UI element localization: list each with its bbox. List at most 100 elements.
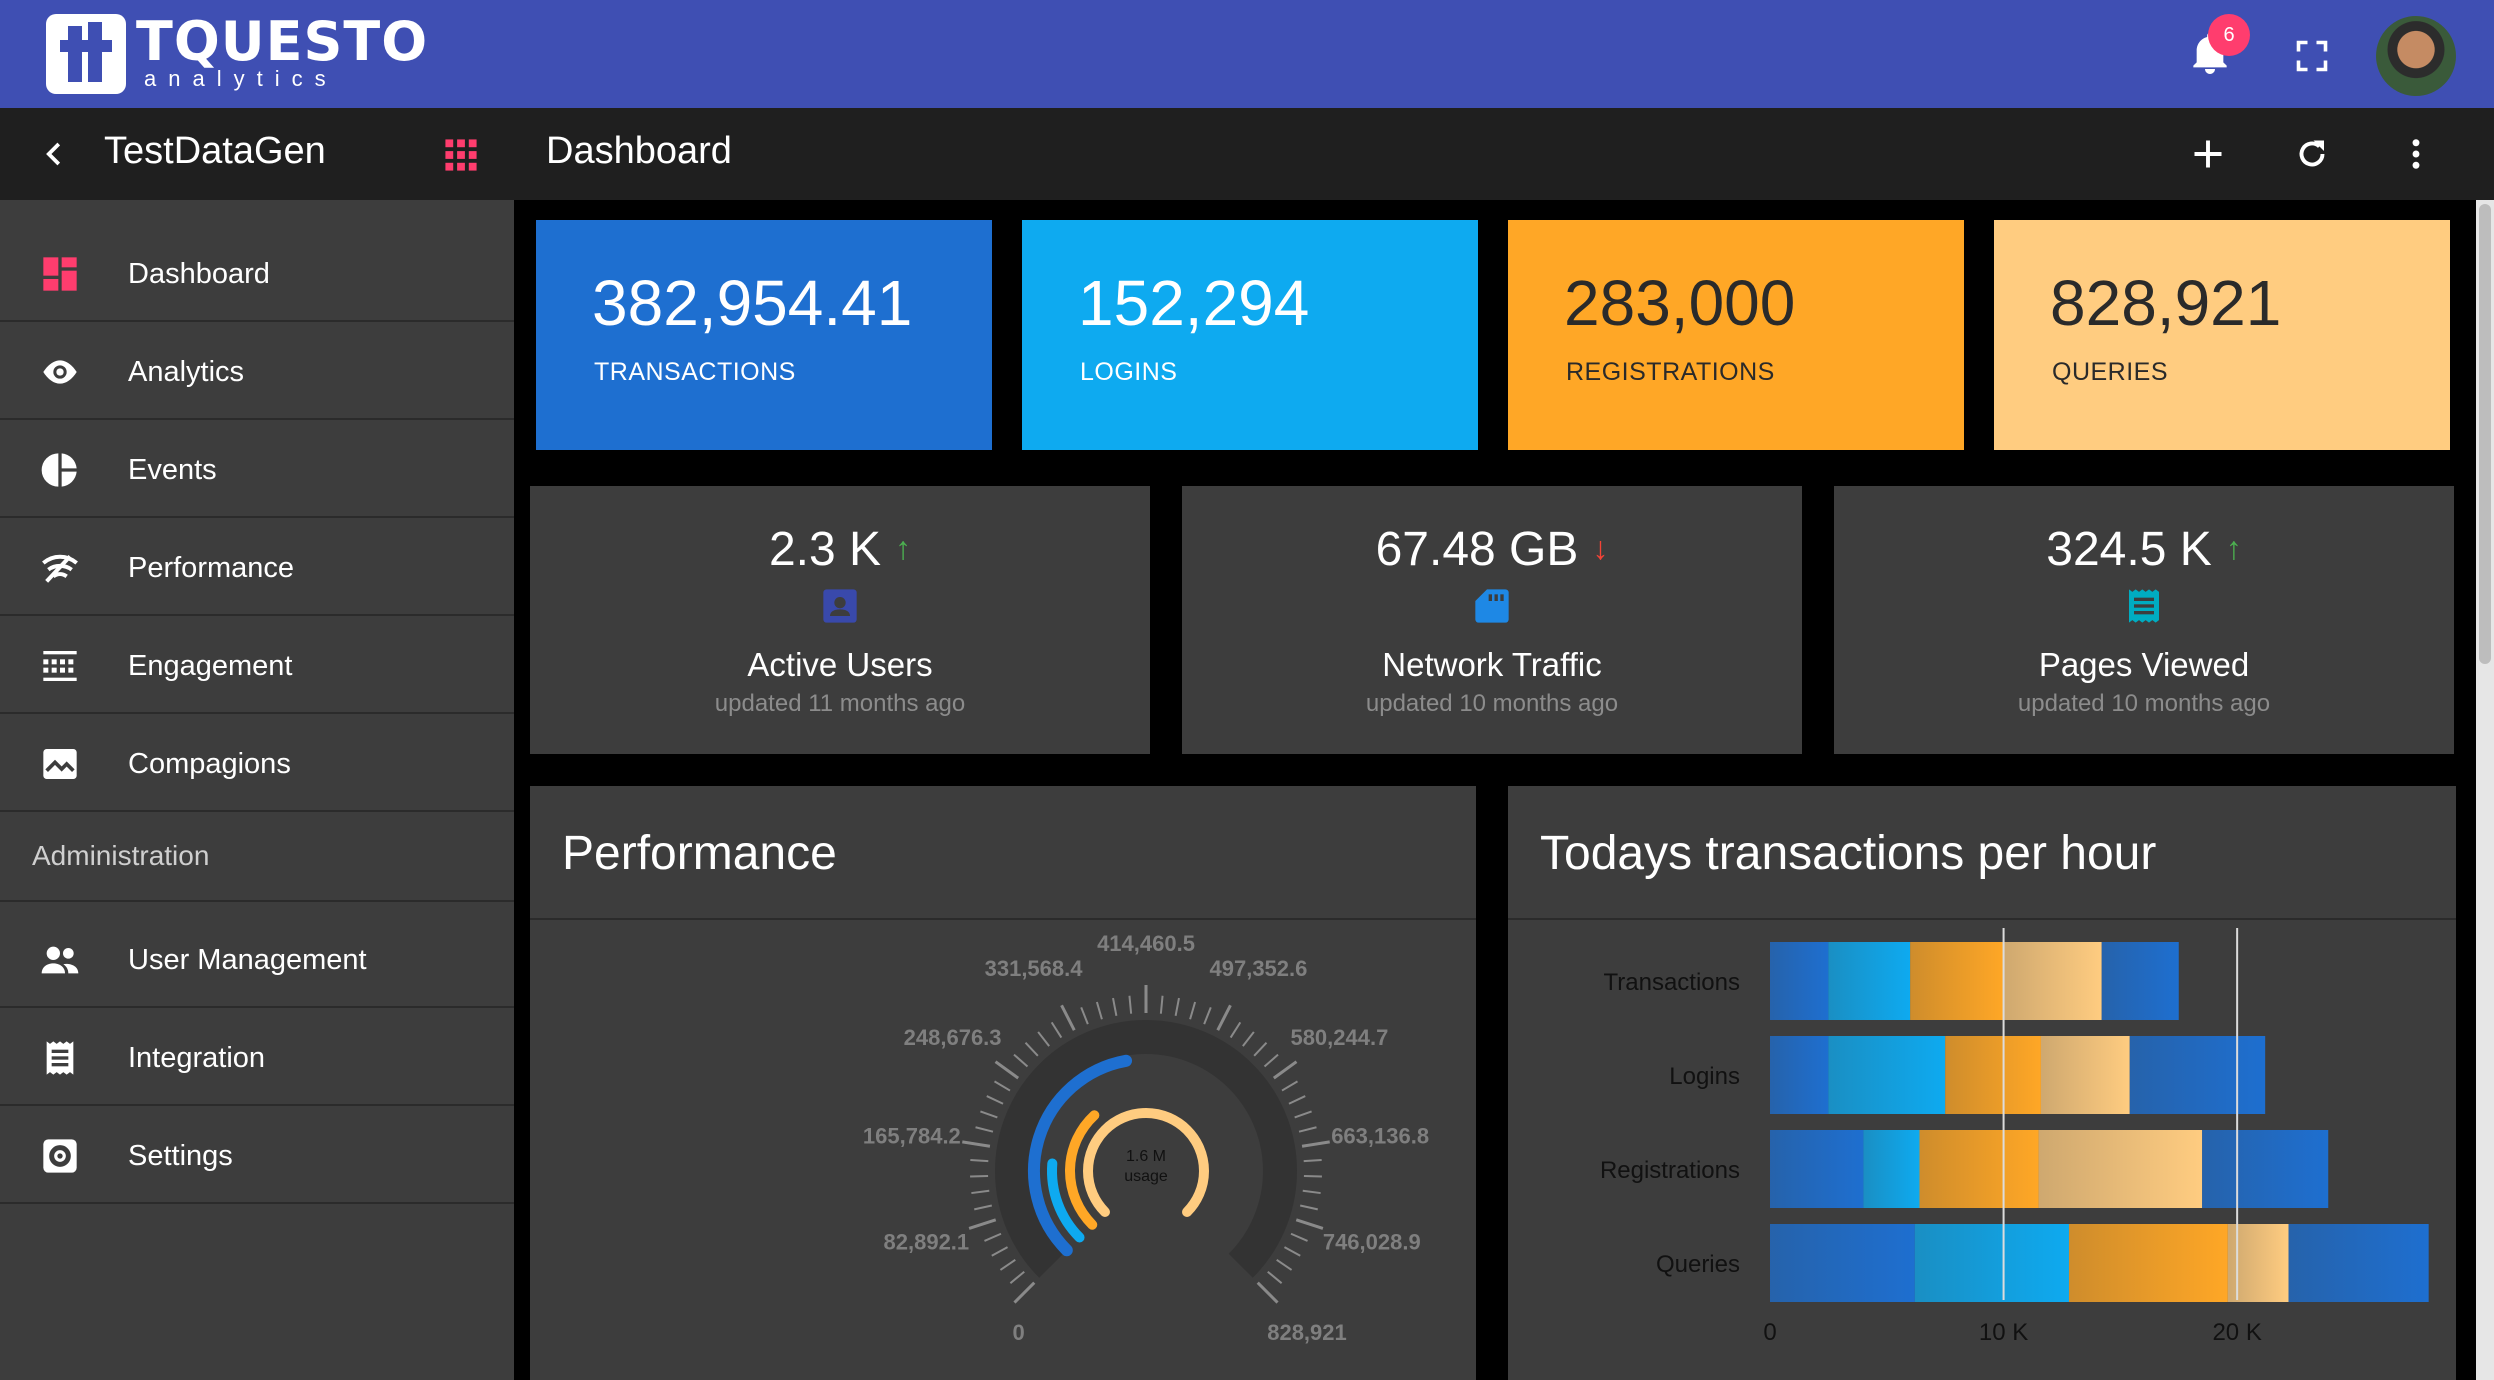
fullscreen-icon[interactable] <box>2294 38 2330 74</box>
bar-segment[interactable] <box>1914 1224 2069 1302</box>
gauge-tick <box>999 1258 1016 1271</box>
kpi-network-traffic[interactable]: 67.48 GB ↓ Network Traffic updated 10 mon… <box>1182 486 1802 754</box>
gauge-tick <box>1024 1042 1039 1057</box>
gauge-tick <box>1242 1031 1255 1047</box>
bar-segment[interactable] <box>1770 1036 1829 1114</box>
sd-card-icon <box>1475 589 1509 623</box>
bar-segment[interactable] <box>2068 1224 2228 1302</box>
sidebar-item-label: Performance <box>128 552 295 584</box>
sidebar-section-administration: Administration <box>32 840 210 871</box>
tile-transactions[interactable]: 382,954.41 TRANSACTIONS <box>536 220 992 450</box>
bar-segment[interactable] <box>1770 942 1829 1020</box>
bar-segment[interactable] <box>1828 942 1911 1020</box>
gauge-tick <box>1302 1189 1321 1195</box>
bar-segment[interactable] <box>2003 942 2102 1020</box>
kpi-label: Pages Viewed <box>2038 646 2250 683</box>
kpi-label: Network Traffic <box>1382 646 1602 683</box>
add-icon[interactable] <box>2190 136 2226 172</box>
bar-segment[interactable] <box>1910 942 2004 1020</box>
gauge-scale-label: 580,244.7 <box>1290 1025 1388 1050</box>
gauge-tick <box>984 1232 1002 1242</box>
tile-value: 382,954.41 <box>592 267 913 339</box>
sidebar-item-dashboard[interactable]: Dashboard <box>0 224 514 322</box>
bar-segment[interactable] <box>2101 942 2179 1020</box>
user-avatar[interactable] <box>2376 16 2456 96</box>
gauge-tick <box>1301 1140 1330 1148</box>
gauge-tick <box>991 1246 1009 1257</box>
category-label: Logins <box>1669 1063 1740 1090</box>
scrollbar-thumb[interactable] <box>2479 204 2491 664</box>
gauge-scale-label: 663,136.8 <box>1331 1123 1429 1148</box>
sidebar-item-settings[interactable]: Settings <box>0 1106 514 1204</box>
gauge-center-label: usage <box>1124 1168 1168 1185</box>
gauge-tick <box>1303 1174 1322 1178</box>
kpi-pages-viewed[interactable]: 324.5 K ↑ Pages Viewed updated 10 months … <box>1834 486 2454 754</box>
sidebar-item-label: Events <box>128 454 217 486</box>
tile-value: 152,294 <box>1078 267 1310 339</box>
x-tick-label: 10 K <box>1979 1319 2028 1346</box>
bar-segment[interactable] <box>1919 1130 2039 1208</box>
brand-logo-icon[interactable] <box>46 14 126 94</box>
sidebar-item-events[interactable]: Events <box>0 420 514 518</box>
sidebar-item-engagement[interactable]: Engagement <box>0 616 514 714</box>
sidebar-item-analytics[interactable]: Analytics <box>0 322 514 420</box>
gauge-tick <box>1037 1031 1050 1047</box>
gauge-tick <box>1290 1232 1308 1242</box>
bar-segment[interactable] <box>2288 1224 2429 1302</box>
sidebar-divider <box>0 900 514 902</box>
receipt-icon <box>2129 589 2159 623</box>
gauge-tick <box>1281 1080 1298 1092</box>
sidebar-item-label: User Management <box>128 944 367 976</box>
sidebar-item-integration[interactable]: Integration <box>0 1008 514 1106</box>
gauge-tick <box>980 1110 998 1119</box>
tile-queries[interactable]: 828,921 QUERIES <box>1994 220 2450 450</box>
tile-registrations[interactable]: 283,000 REGISTRATIONS <box>1508 220 1964 450</box>
gauge-scale-label: 828,921 <box>1267 1320 1347 1345</box>
gauge-tick <box>1189 1001 1197 1020</box>
gauge-scale-label: 82,892.1 <box>884 1229 970 1254</box>
gauge-scale-label: 414,460.5 <box>1097 931 1195 956</box>
sidebar-item-performance[interactable]: Performance <box>0 518 514 616</box>
apps-grid-icon[interactable] <box>444 138 478 172</box>
bar-segment[interactable] <box>1863 1130 1920 1208</box>
settings-icon <box>43 1139 77 1173</box>
sidebar-item-user-management[interactable]: User Management <box>0 910 514 1008</box>
gauge-scale-label: 746,028.9 <box>1323 1229 1421 1254</box>
chevron-left-icon[interactable] <box>40 138 70 170</box>
wifi-icon <box>42 554 78 583</box>
more-vert-icon[interactable] <box>2398 136 2434 172</box>
scrollbar[interactable] <box>2476 200 2494 1380</box>
x-tick-label: 20 K <box>2212 1319 2261 1346</box>
chart-image-icon <box>43 749 77 779</box>
gauge-tick <box>1050 1021 1063 1039</box>
sidebar-item-label: Engagement <box>128 650 293 682</box>
gauge-scale-label: 497,352.6 <box>1210 956 1308 981</box>
gauge-tick <box>970 1158 989 1163</box>
kpi-active-users[interactable]: 2.3 K ↑ Active Users updated 11 months ag… <box>530 486 1150 754</box>
stacked-bar-chart: Transactions Logins Registrations Queries 0 1… <box>1600 928 2429 1346</box>
category-label: Queries <box>1656 1251 1740 1278</box>
gauge-tick <box>1013 1053 1029 1068</box>
sidebar-item-label: Integration <box>128 1042 266 1074</box>
eye-icon <box>43 360 77 384</box>
bar-segment[interactable] <box>1770 1224 1915 1302</box>
tile-logins[interactable]: 152,294 LOGINS <box>1022 220 1478 450</box>
bar-segment[interactable] <box>2040 1036 2130 1114</box>
bar-segment[interactable] <box>2129 1036 2266 1114</box>
refresh-icon[interactable] <box>2294 136 2330 172</box>
bar-segment[interactable] <box>1828 1036 1946 1114</box>
tile-label: REGISTRATIONS <box>1566 358 1775 386</box>
gauge-tick <box>1295 1218 1324 1230</box>
gauge-tick <box>1256 1281 1279 1304</box>
sidebar-item-compagions[interactable]: Compagions <box>0 714 514 812</box>
sidebar: TestDataGen Dashboard Analytics Events P <box>0 108 514 1380</box>
gauge-center-value: 1.6 M <box>1126 1148 1166 1165</box>
bar-segment[interactable] <box>2038 1130 2203 1208</box>
grid-dots-icon <box>43 651 77 681</box>
bar-segment[interactable] <box>1945 1036 2041 1114</box>
bar-segment[interactable] <box>1770 1130 1864 1208</box>
tile-label: QUERIES <box>2052 358 2169 386</box>
bar-segment[interactable] <box>2202 1130 2329 1208</box>
top-bar: TQUESTO analytics 6 <box>0 0 2494 108</box>
gauge-tick <box>994 1080 1011 1092</box>
